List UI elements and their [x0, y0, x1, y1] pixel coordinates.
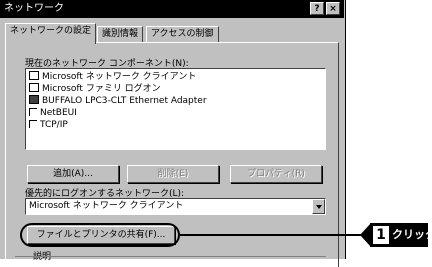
components-list[interactable]: Microsoft ネットワーク クライアント Microsoft ファミリ ロ… — [25, 68, 326, 150]
list-item[interactable]: BUFFALO LPC3-CLT Ethernet Adapter — [29, 95, 207, 107]
chevron-down-icon[interactable] — [312, 199, 325, 214]
network-dialog: ネットワーク ? × ネットワークの設定 識別情報 アクセスの制御 現在のネット… — [0, 0, 346, 267]
callout-text: クリック — [392, 228, 432, 241]
logon-select[interactable]: Microsoft ネットワーク クライアント — [25, 198, 326, 215]
window-title: ネットワーク — [4, 3, 64, 14]
list-item[interactable]: NetBEUI — [29, 107, 77, 119]
callout-number: 1 — [373, 226, 389, 244]
add-button[interactable]: 追加(A)... — [27, 165, 119, 183]
help-button[interactable]: ? — [310, 2, 324, 15]
network-adapter-icon — [29, 95, 39, 104]
client-icon — [29, 83, 39, 92]
remove-button[interactable]: 削除(E) — [127, 165, 219, 183]
protocol-icon — [29, 120, 37, 128]
highlight-oval — [20, 223, 180, 247]
list-item[interactable]: TCP/IP — [29, 119, 68, 131]
description-group-border — [15, 256, 326, 258]
tab-identification[interactable]: 識別情報 — [97, 26, 144, 43]
callout-connector — [180, 234, 390, 236]
protocol-icon — [29, 108, 37, 116]
close-button[interactable]: × — [326, 2, 340, 15]
title-bar: ネットワーク ? × — [0, 0, 344, 18]
list-item[interactable]: Microsoft ネットワーク クライアント — [29, 71, 196, 83]
tab-access-control[interactable]: アクセスの制御 — [146, 26, 219, 43]
logon-select-value: Microsoft ネットワーク クライアント — [29, 201, 184, 211]
list-item[interactable]: Microsoft ファミリ ログオン — [29, 83, 161, 95]
tab-network-settings[interactable]: ネットワークの設定 — [5, 23, 97, 44]
properties-button[interactable]: プロパティ(R) — [230, 165, 322, 183]
callout-box: 1 クリック — [370, 223, 432, 247]
client-icon — [29, 71, 39, 80]
